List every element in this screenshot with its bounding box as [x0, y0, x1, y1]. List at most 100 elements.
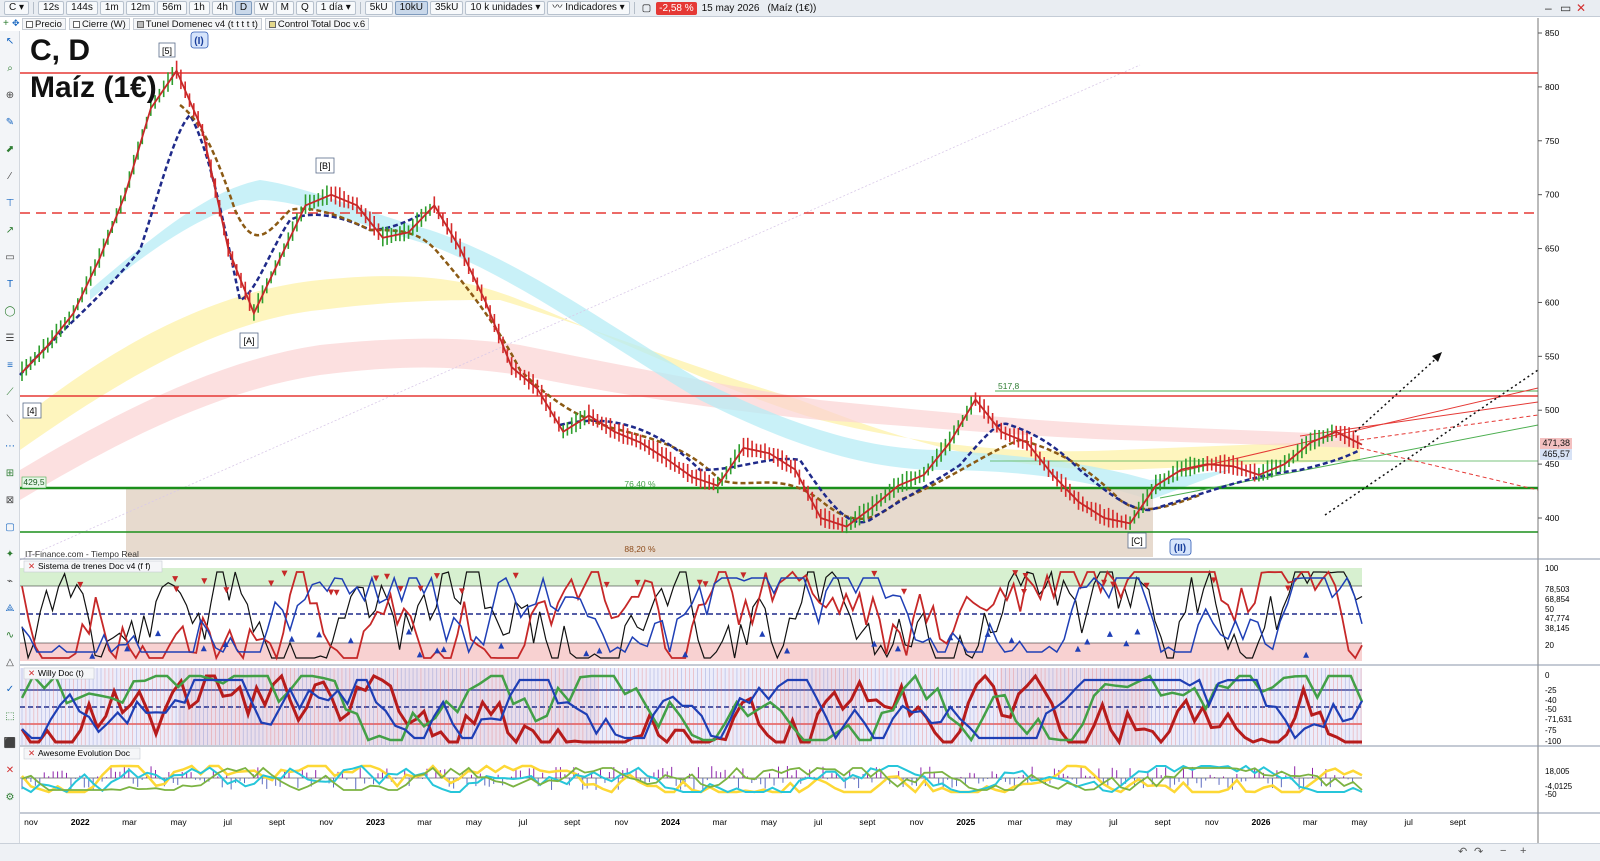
- level-429-label: 429,5: [23, 477, 45, 487]
- price-axis-label: 600: [1545, 297, 1559, 307]
- fib-88-label: 88,20 %: [624, 544, 656, 554]
- wave-label-B: [B]: [319, 161, 330, 171]
- panel-axis-label: 50: [1545, 605, 1554, 614]
- status-bar: ↶ ↷ − +: [0, 843, 1600, 861]
- buy-marker-icon: [759, 630, 766, 637]
- price-axis-label: 550: [1545, 351, 1559, 361]
- panel-axis-label: 78,503: [1545, 585, 1570, 594]
- time-axis-label: sept: [859, 817, 876, 827]
- time-axis-label: jul: [518, 817, 528, 827]
- time-axis-label: nov: [910, 817, 924, 827]
- price-tag-current: 471,38: [1540, 438, 1572, 449]
- buy-marker-icon: [1106, 630, 1113, 637]
- undo-icon[interactable]: ↶: [1458, 845, 1467, 858]
- price-axis-label: 750: [1545, 136, 1559, 146]
- chart-canvas[interactable]: C, D Maíz (1€) [5] (I) [B] [A] [4] [C] (…: [0, 0, 1600, 861]
- close-icon[interactable]: ✕: [28, 668, 35, 678]
- panel-willy-title: Willy Doc (t): [38, 668, 84, 678]
- sell-marker-icon: [333, 589, 340, 596]
- channel-dashed: [1359, 414, 1539, 441]
- wave-label-C: [C]: [1131, 536, 1143, 546]
- panel-axis-label: 68,854: [1545, 595, 1570, 604]
- panel-axis-label: 38,145: [1545, 624, 1570, 633]
- time-axis-label: may: [761, 817, 778, 827]
- sell-marker-icon: [458, 588, 465, 595]
- wave-label-II: (II): [1174, 543, 1186, 554]
- time-axis-label: nov: [1205, 817, 1219, 827]
- panel-axis-label: -25: [1545, 686, 1557, 695]
- time-axis-label: jul: [223, 817, 233, 827]
- sell-marker-icon: [901, 588, 908, 595]
- buy-marker-icon: [1008, 637, 1015, 644]
- time-axis-label: 2026: [1252, 817, 1271, 827]
- panel-trenes: Sistema de trenes Doc v4 (f f) ✕: [20, 560, 1363, 661]
- time-axis-label: may: [466, 817, 483, 827]
- projection-down: [1359, 447, 1539, 491]
- time-axis-label: 2025: [956, 817, 975, 827]
- zoom-out-icon[interactable]: −: [1500, 845, 1506, 857]
- panel-axis-label: -40: [1545, 696, 1557, 705]
- panel-awesome: Awesome Evolution Doc ✕: [20, 747, 1363, 794]
- time-axis-label: jul: [813, 817, 823, 827]
- panel-axis-label: 100: [1545, 564, 1559, 573]
- buy-marker-icon: [1134, 628, 1141, 635]
- time-axis-label: mar: [122, 817, 137, 827]
- panel-axis-label: -75: [1545, 726, 1557, 735]
- panel-axis-label: -50: [1545, 790, 1557, 799]
- oscillator-series: [21, 575, 1363, 655]
- price-axis-label: 650: [1545, 244, 1559, 254]
- buy-marker-icon: [155, 630, 162, 637]
- price-axis-label: 400: [1545, 513, 1559, 523]
- panel-axis-label: -50: [1545, 705, 1557, 714]
- chart-subtitle: Maíz (1€): [30, 71, 157, 104]
- panel-axis-label: 18,005: [1545, 767, 1570, 776]
- buy-marker-icon: [1084, 638, 1091, 645]
- sell-marker-icon: [1021, 588, 1028, 595]
- panel-trenes-title: Sistema de trenes Doc v4 (f f): [38, 561, 151, 571]
- time-axis-label: jul: [1403, 817, 1413, 827]
- price-axis-label: 700: [1545, 190, 1559, 200]
- wave-label-A: [A]: [243, 336, 254, 346]
- level-517-label: 517,8: [998, 381, 1020, 391]
- time-axis-label: 2023: [366, 817, 385, 827]
- overbought-zone: [20, 568, 1362, 586]
- awesome-line: [21, 764, 1363, 794]
- time-axis-label: mar: [1008, 817, 1023, 827]
- chart-title: C, D: [30, 34, 90, 67]
- panel-axis-label: 0: [1545, 671, 1550, 680]
- zoom-in-icon[interactable]: +: [1520, 845, 1526, 857]
- time-axis-label: sept: [1450, 817, 1467, 827]
- time-axis-label: nov: [24, 817, 38, 827]
- panel-axes: 10078,50368,8545047,77438,145200-25-40-5…: [1545, 564, 1573, 799]
- trading-app: C ▾ 12s 144s 1m 12m 56m 1h 4h D W M Q 1 día ▾ 5kU 1…: [0, 0, 1600, 861]
- time-axis-label: mar: [1303, 817, 1318, 827]
- buy-marker-icon: [288, 635, 295, 642]
- time-axis-label: sept: [1155, 817, 1172, 827]
- wave-label-4: [4]: [27, 406, 37, 416]
- close-icon[interactable]: ✕: [28, 561, 35, 571]
- sell-marker-icon: [328, 589, 335, 596]
- watermark: IT-Finance.com - Tiempo Real: [25, 549, 139, 559]
- close-icon[interactable]: ✕: [28, 748, 35, 758]
- panel-awesome-title: Awesome Evolution Doc: [38, 748, 131, 758]
- time-axis[interactable]: nov 2022 mar may jul sept nov 2023 mar may jul sept…: [24, 817, 1466, 827]
- time-axis-label: mar: [712, 817, 727, 827]
- time-axis-label: sept: [269, 817, 286, 827]
- time-axis-label: mar: [417, 817, 432, 827]
- price-axis-label: 850: [1545, 28, 1559, 38]
- fib-76-label: 76,40 %: [624, 479, 656, 489]
- time-axis-label: 2022: [71, 817, 90, 827]
- sell-marker-icon: [223, 587, 230, 594]
- buy-marker-icon: [316, 631, 323, 638]
- blue-ma-1: [19, 112, 421, 376]
- time-axis-label: 2024: [661, 817, 680, 827]
- time-axis-label: nov: [615, 817, 629, 827]
- band-layer: [19, 64, 1360, 561]
- price-tag-avg: 465,57: [1540, 449, 1572, 460]
- time-axis-label: sept: [564, 817, 581, 827]
- diagonal-guide: [19, 64, 1141, 561]
- redo-icon[interactable]: ↷: [1474, 845, 1483, 858]
- time-axis-label: may: [171, 817, 188, 827]
- time-axis-label: jul: [1108, 817, 1118, 827]
- panel-axis-label: 47,774: [1545, 614, 1570, 623]
